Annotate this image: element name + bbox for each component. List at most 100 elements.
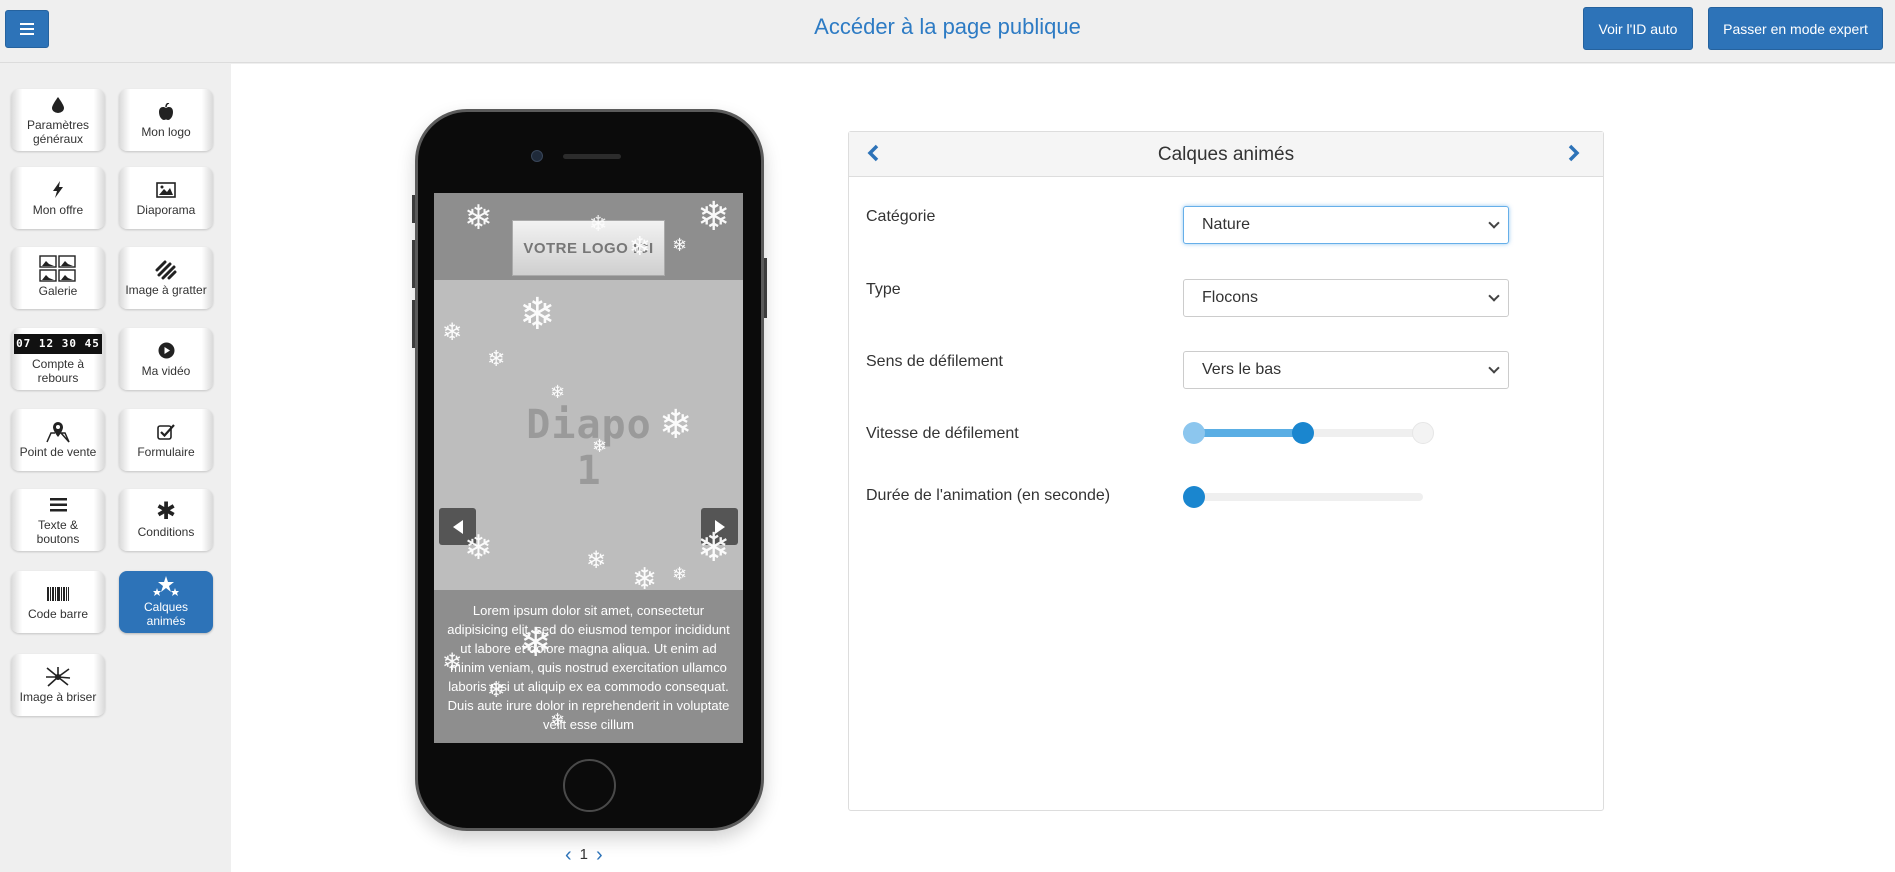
phone-screen: VOTRE LOGO ICI Diapo 1 Lorem ipsum dolor… [434,193,743,743]
page-number: 1 [579,846,589,863]
categorie-value: Nature [1202,216,1251,233]
sidebar-item-compte-rebours[interactable]: 07 12 30 45 Compte à rebours [11,328,105,390]
sidebar-item-image-briser[interactable]: Image à briser [11,654,105,716]
sidebar-item-calques-animes[interactable]: Calques animés [119,571,213,633]
vitesse-slider-end-marker [1412,422,1434,444]
slide-label: Diapo 1 [526,402,652,494]
snowflake-icon: ❄ [487,346,506,371]
top-bar: Accéder à la page publique Voir l'ID aut… [0,0,1895,63]
vitesse-slider[interactable] [1183,422,1434,444]
phone-side-button [764,258,767,318]
chevron-down-icon [1488,217,1500,229]
public-page-link[interactable]: Accéder à la page publique [700,14,1195,40]
calques-panel: Calques animés Catégorie Nature Type Flo… [848,131,1604,811]
categorie-select[interactable]: Nature [1183,206,1509,244]
hamburger-icon-line [20,33,34,35]
panel-header: Calques animés [849,132,1603,177]
phone-side-button [412,240,415,288]
phone-side-button [412,195,415,223]
expert-mode-button[interactable]: Passer en mode expert [1708,7,1883,50]
scratch-icon [155,260,177,280]
image-icon [156,180,176,200]
sidebar-item-formulaire[interactable]: Formulaire [119,409,213,471]
duree-slider[interactable] [1183,486,1423,508]
panel-next-button[interactable] [1567,144,1581,166]
sidebar-item-texte-boutons[interactable]: Texte & boutons [11,489,105,551]
gallery-icon [39,254,77,282]
page-prev-button[interactable]: ‹ [565,845,572,865]
countdown-digits: 07 12 30 45 [14,333,102,354]
countdown-icon: 07 12 30 45 [14,333,102,354]
sidebar-item-label: Image à briser [19,689,97,704]
sidebar: Paramètres généraux Mon logo Mon offre D… [0,64,230,872]
sidebar-item-label: Formulaire [137,444,195,459]
menu-toggle-button[interactable] [5,10,49,48]
sidebar-item-label: Texte & boutons [36,517,80,546]
stars-icon [153,575,179,597]
sidebar-item-diaporama[interactable]: Diaporama [119,167,213,229]
asterisk-icon: ✱ [155,497,177,525]
sidebar-item-label: Mon offre [32,202,84,217]
drop-icon [52,95,64,115]
sidebar-item-offre[interactable]: Mon offre [11,167,105,229]
snowflake-icon: ❄ [519,290,556,339]
phone-home-button [563,759,616,812]
snowflake-icon: ❄ [629,231,651,261]
sidebar-item-label: Galerie [38,283,78,298]
triangle-left-icon [452,519,463,534]
checkbox-icon [157,422,175,442]
sidebar-item-point-vente[interactable]: Point de vente [11,409,105,471]
sens-value: Vers le bas [1202,361,1282,378]
duree-slider-handle[interactable] [1183,486,1205,508]
snowflake-icon: ❄ [487,677,506,702]
preview-body-text: Lorem ipsum dolor sit amet, consectetur … [434,590,743,743]
snowflake-icon: ❄ [550,710,566,730]
map-pin-icon [45,421,71,442]
categorie-label: Catégorie [866,208,936,225]
sidebar-item-video[interactable]: Ma vidéo [119,328,213,390]
type-select[interactable]: Flocons [1183,279,1509,317]
barcode-icon [47,584,69,604]
play-icon [158,341,175,361]
panel-prev-button[interactable] [866,144,880,166]
chevron-down-icon [1488,290,1500,302]
sidebar-item-code-barre[interactable]: Code barre [11,571,105,633]
snowflake-icon: ❄ [442,649,463,676]
chevron-down-icon [1488,362,1500,374]
snowflake-icon: ❄ [632,563,658,596]
page-next-button[interactable]: › [596,845,603,865]
apple-icon [158,102,174,122]
type-value: Flocons [1202,289,1259,306]
voir-id-auto-button[interactable]: Voir l'ID auto [1583,7,1693,50]
hamburger-icon-line [20,23,34,25]
snowflake-icon: ❄ [589,211,608,236]
sidebar-item-image-gratter[interactable]: Image à gratter [119,247,213,309]
sens-label: Sens de défilement [866,353,1003,370]
preview-pager: ‹ 1 › [565,845,603,865]
sidebar-item-label: Diaporama [136,202,196,217]
sidebar-item-label: Mon logo [141,124,191,139]
snowflake-icon: ❄ [697,526,731,570]
vitesse-slider-low-handle[interactable] [1183,422,1205,444]
sens-select[interactable]: Vers le bas [1183,351,1509,389]
sidebar-item-label: Ma vidéo [141,363,191,378]
sidebar-item-galerie[interactable]: Galerie [11,247,105,309]
sidebar-item-parametres[interactable]: Paramètres généraux [11,89,105,151]
snowflake-icon: ❄ [592,436,608,456]
sidebar-item-label: Conditions [137,524,195,539]
vitesse-slider-high-handle[interactable] [1292,422,1314,444]
sidebar-item-label: Paramètres généraux [26,117,90,146]
sidebar-item-label: Calques animés [143,599,189,628]
snowflake-icon: ❄ [586,547,607,574]
sidebar-item-logo[interactable]: Mon logo [119,89,213,151]
snowflake-icon: ❄ [697,195,731,239]
duree-label: Durée de l'animation (en seconde) [866,487,1111,504]
snowflake-icon: ❄ [464,529,493,567]
sidebar-item-conditions[interactable]: ✱ Conditions [119,489,213,551]
lines-icon [49,495,67,515]
snowflake-icon: ❄ [464,199,493,237]
phone-camera [531,150,543,162]
hamburger-icon-line [20,28,34,30]
snowflake-icon: ❄ [672,564,688,584]
sidebar-item-label: Compte à rebours [31,356,85,385]
